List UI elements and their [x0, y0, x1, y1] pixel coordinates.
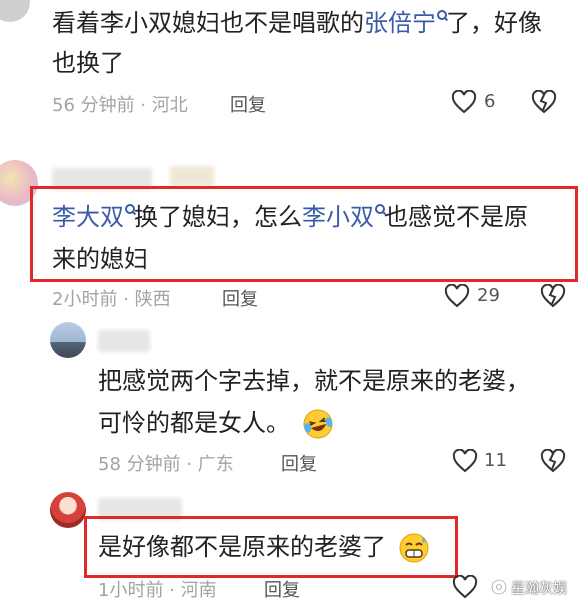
comment-text-segment: 看着李小双媳妇也不是唱歌的: [52, 9, 364, 37]
username-blurred[interactable]: [98, 330, 150, 352]
reply-text-line2: 可怜的都是女人。: [98, 402, 334, 444]
avatar[interactable]: [50, 322, 86, 358]
reply-text-segment: 可怜的都是女人。: [98, 409, 290, 437]
comment-text-segment: 也感觉不是原: [384, 203, 528, 231]
mention-label: 李大双: [52, 203, 124, 231]
mention-link[interactable]: 张倍宁: [364, 9, 447, 37]
comment-meta: 2小时前 · 陕西: [52, 289, 171, 310]
heart-outline-icon[interactable]: [444, 284, 470, 308]
reply-text: 是好像都不是原来的老婆了: [98, 526, 430, 568]
search-icon: [124, 204, 135, 214]
avatar[interactable]: [50, 492, 86, 528]
reply-button[interactable]: 回复: [281, 450, 317, 476]
comment-meta: 56 分钟前 · 河北: [52, 95, 188, 116]
watermark-text: 星瀚灰娱: [511, 581, 567, 597]
comment-text-segment: 了，好像: [446, 9, 542, 37]
reply-text: 把感觉两个字去掉，就不是原来的老婆，: [98, 367, 530, 395]
heart-outline-icon[interactable]: [452, 449, 478, 473]
comment-meta: 58 分钟前 · 广东: [98, 454, 234, 475]
search-icon: [374, 204, 385, 214]
heart-outline-icon[interactable]: [451, 90, 477, 114]
comment-text-line2: 也换了: [52, 49, 124, 77]
reply-text-segment: 是好像都不是原来的老婆了: [98, 533, 386, 561]
laughing-crying-emoji: [303, 409, 333, 439]
heart-outline-icon[interactable]: [452, 575, 478, 599]
reply-button[interactable]: 回复: [264, 576, 300, 602]
watermark-logo-icon: [491, 579, 507, 595]
comment-text-segment: 换了媳妇，怎么: [134, 203, 302, 231]
comment-meta: 1小时前 · 河南: [98, 580, 217, 601]
like-count: 29: [477, 285, 500, 306]
comment-text-line2: 来的媳妇: [52, 245, 148, 273]
reply-button[interactable]: 回复: [222, 285, 258, 311]
broken-heart-icon[interactable]: [531, 90, 557, 114]
comment-text: 看着李小双媳妇也不是唱歌的张倍宁 了，好像: [52, 2, 542, 44]
broken-heart-icon[interactable]: [540, 449, 566, 473]
mention-link[interactable]: 李小双: [302, 203, 385, 231]
mention-link[interactable]: 李大双: [52, 203, 135, 231]
like-count: 11: [484, 450, 507, 471]
broken-heart-icon[interactable]: [540, 284, 566, 308]
nervous-smile-emoji: [399, 533, 429, 563]
comment-text: 李大双 换了媳妇，怎么李小双 也感觉不是原: [52, 196, 528, 238]
reply-button[interactable]: 回复: [230, 91, 266, 117]
like-count: 6: [484, 91, 496, 112]
avatar[interactable]: [0, 0, 30, 22]
user-badge-blurred: [170, 166, 214, 186]
mention-label: 李小双: [302, 203, 374, 231]
mention-label: 张倍宁: [364, 9, 436, 37]
search-icon: [436, 10, 447, 20]
